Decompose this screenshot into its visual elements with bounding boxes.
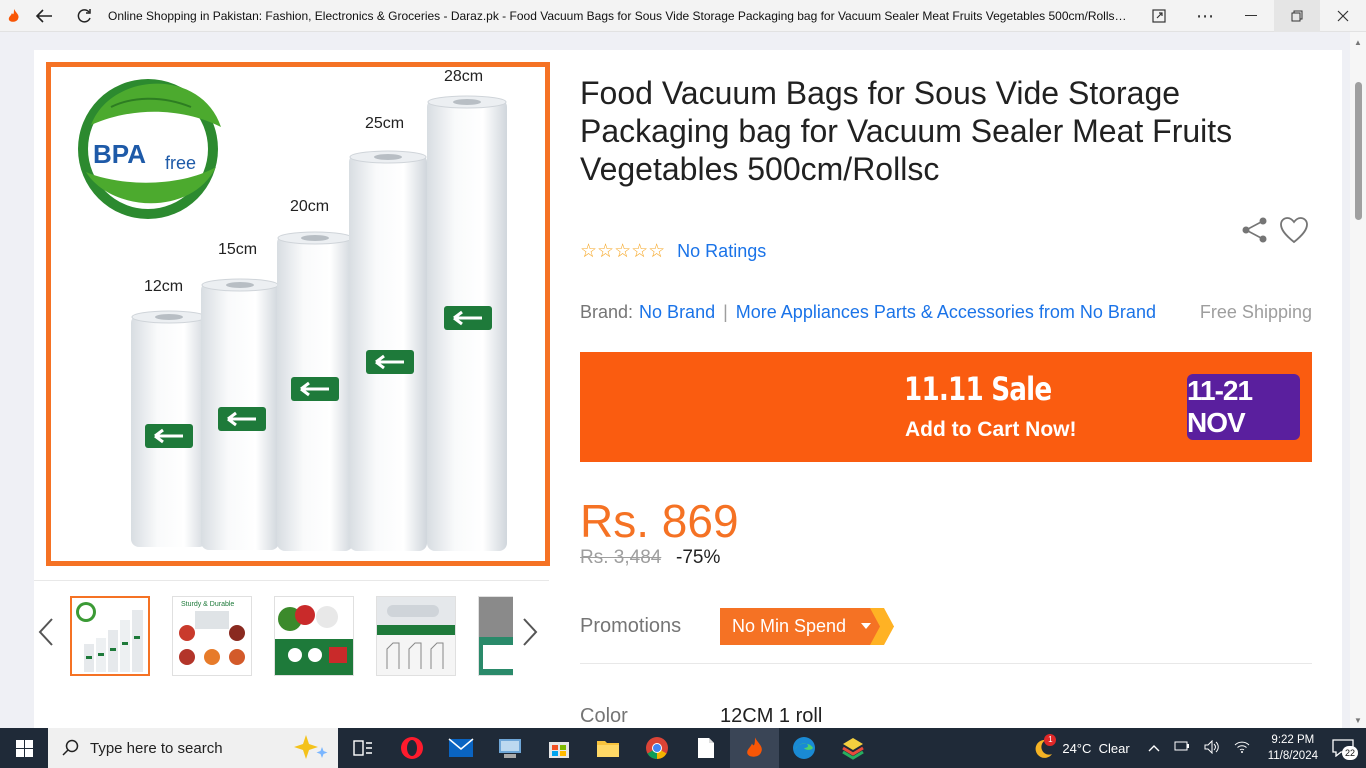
more-from-brand-link[interactable]: More Appliances Parts & Accessories from… <box>736 302 1156 323</box>
open-in-browser-icon[interactable] <box>1136 0 1182 32</box>
daraz-taskbar-icon[interactable] <box>730 728 779 768</box>
wifi-icon[interactable] <box>1234 740 1250 757</box>
ratings-link[interactable]: No Ratings <box>677 241 766 262</box>
bluestacks-icon[interactable] <box>828 728 877 768</box>
store-icon[interactable] <box>534 728 583 768</box>
banner-date-badge: 11-21 NOV <box>1187 374 1300 440</box>
bpa-free-badge: BPA free <box>78 79 221 219</box>
scroll-down-icon[interactable]: ▼ <box>1350 712 1366 728</box>
restore-icon[interactable] <box>1274 0 1320 32</box>
brand-link[interactable]: No Brand <box>639 302 715 323</box>
search-placeholder: Type here to search <box>90 739 223 757</box>
section-divider <box>580 663 1312 664</box>
brand-row: Brand: No Brand | More Appliances Parts … <box>580 302 1312 323</box>
original-price: Rs. 3,484 <box>580 547 662 568</box>
weather-alert-badge: 1 <box>1044 734 1057 746</box>
thumbnail-2[interactable]: Sturdy & Durable <box>172 596 252 676</box>
mail-icon[interactable] <box>436 728 485 768</box>
current-price: Rs. 869 <box>580 495 739 547</box>
size-label-15cm: 15cm <box>218 241 257 258</box>
promotions-label: Promotions <box>580 615 682 637</box>
edge-icon[interactable] <box>779 728 828 768</box>
windows-taskbar: Type here to search 1 24°C Clear 9:22 PM… <box>0 728 1366 768</box>
badge-free-text: free <box>165 153 196 173</box>
color-label: Color <box>580 705 628 727</box>
weather-widget[interactable]: 1 24°C Clear <box>1032 734 1130 758</box>
thumbnail-3[interactable] <box>274 596 354 676</box>
notification-count-badge: 22 <box>1342 746 1358 760</box>
product-title: Food Vacuum Bags for Sous Vide Storage P… <box>580 75 1233 187</box>
color-value: 12CM 1 roll <box>720 705 823 727</box>
vacuum-roll-28cm <box>427 95 507 551</box>
promotion-tag[interactable]: No Min Spend <box>720 608 894 645</box>
search-icon <box>62 739 79 756</box>
size-label-20cm: 20cm <box>290 198 329 215</box>
size-label-12cm: 12cm <box>144 278 183 295</box>
volume-icon[interactable] <box>1204 739 1220 757</box>
browser-titlebar: Online Shopping in Pakistan: Fashion, El… <box>0 0 1366 32</box>
brand-separator: | <box>723 302 728 322</box>
minimize-icon[interactable] <box>1228 0 1274 32</box>
share-icon[interactable] <box>1241 216 1269 244</box>
document-icon[interactable] <box>681 728 730 768</box>
close-icon[interactable] <box>1320 0 1366 32</box>
brand-label: Brand: <box>580 302 634 322</box>
scroll-thumb[interactable] <box>1355 82 1362 220</box>
thumbnail-2-title: Sturdy & Durable <box>181 601 234 608</box>
sparkle-icon <box>294 735 328 759</box>
battery-plug-icon[interactable] <box>1174 740 1190 757</box>
gallery-divider <box>34 580 549 581</box>
windows-start-icon[interactable] <box>0 728 48 768</box>
vacuum-roll-20cm <box>277 231 353 551</box>
star-rating-icon: ☆☆☆☆☆ <box>580 241 666 262</box>
gallery-prev-chevron-icon[interactable] <box>38 616 54 656</box>
banner-sale-text: 11.11 Sale <box>904 370 1052 408</box>
vacuum-roll-12cm <box>131 310 207 547</box>
back-arrow-icon[interactable] <box>28 0 60 32</box>
free-shipping-label: Free Shipping <box>1199 302 1312 322</box>
sale-banner[interactable]: 11.11 Sale Add to Cart Now! 11-21 NOV <box>580 352 1312 462</box>
promotion-tag-label: No Min Spend <box>732 616 847 636</box>
more-options-icon[interactable]: ⋯ <box>1182 0 1228 32</box>
clock-date: 11/8/2024 <box>1267 750 1318 762</box>
thumbnail-strip: Sturdy & Durable <box>70 596 513 676</box>
file-explorer-icon[interactable] <box>583 728 632 768</box>
vacuum-roll-25cm <box>349 150 427 551</box>
size-label-25cm: 25cm <box>365 115 404 132</box>
main-product-image[interactable]: BPA free 12cm 15cm 20cm 25cm 28cm <box>46 62 550 566</box>
thumbnail-1[interactable] <box>70 596 150 676</box>
gallery-next-chevron-icon[interactable] <box>522 616 538 656</box>
scroll-up-icon[interactable]: ▲ <box>1350 34 1366 50</box>
clock[interactable]: 9:22 PM 11/8/2024 <box>1268 732 1318 764</box>
chrome-icon[interactable] <box>632 728 681 768</box>
size-label-28cm: 28cm <box>444 68 483 85</box>
show-hidden-icons-chevron-icon[interactable] <box>1148 740 1160 757</box>
wishlist-heart-icon[interactable] <box>1279 216 1309 244</box>
opera-icon[interactable] <box>387 728 436 768</box>
badge-bpa-text: BPA <box>93 139 146 169</box>
daraz-app-icon <box>0 0 28 32</box>
page-scrollbar[interactable]: ▲ ▼ <box>1350 32 1366 728</box>
thumbnail-4[interactable] <box>376 596 456 676</box>
taskbar-search-box[interactable]: Type here to search <box>48 728 338 768</box>
window-title: Online Shopping in Pakistan: Fashion, El… <box>108 8 1130 23</box>
system-app-icon[interactable] <box>485 728 534 768</box>
notification-center-icon[interactable]: 22 <box>1332 736 1360 760</box>
task-view-icon[interactable] <box>338 728 387 768</box>
discount-percent: -75% <box>676 547 721 568</box>
thumbnail-5[interactable] <box>478 596 513 676</box>
weather-text: 24°C Clear <box>1062 740 1130 756</box>
reload-icon[interactable] <box>68 0 100 32</box>
clock-time: 9:22 PM <box>1271 734 1315 746</box>
vacuum-roll-15cm <box>201 278 279 550</box>
system-tray: 1 24°C Clear 9:22 PM 11/8/2024 22 <box>1032 728 1366 768</box>
banner-cta-text: Add to Cart Now! <box>905 418 1077 441</box>
rating-row: ☆☆☆☆☆ No Ratings <box>580 240 766 263</box>
